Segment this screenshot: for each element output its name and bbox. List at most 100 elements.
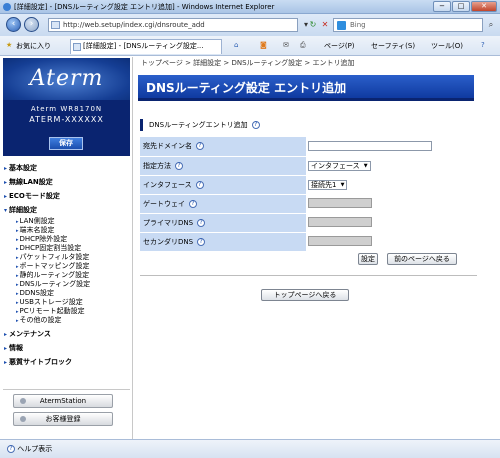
bullet-icon <box>20 416 26 422</box>
field-label: セカンダリDNS? <box>140 232 306 252</box>
tab-title: [詳細設定] - [DNSルーティング設定... <box>83 42 204 50</box>
sidebar-item-advanced[interactable]: ▾ 詳細設定 <box>4 205 37 215</box>
chevron-down-icon: ▼ <box>363 162 368 169</box>
form-row: インタフェース? 接続先1 ▼ <box>140 175 440 195</box>
field-value <box>306 137 440 157</box>
sidebar-subitem-label: DHCP固定割当設定 <box>19 244 82 252</box>
help-question-icon[interactable]: ? <box>195 180 204 189</box>
mail-icon[interactable]: ✉ <box>283 41 289 49</box>
field-value: 接続先1 ▼ <box>306 175 440 195</box>
field-label: 指定方法? <box>140 156 306 176</box>
sidebar-subitem-label: LAN側設定 <box>19 217 55 225</box>
command-bar: ★ お気に入り [詳細設定] - [DNSルーティング設定... ⌂ ◙ ✉ ⎙… <box>0 36 500 56</box>
customer-registration-label: お客様登録 <box>45 415 81 423</box>
help-link[interactable]: ? ヘルプ表示 <box>7 444 52 454</box>
favorites-star-icon[interactable]: ★ <box>6 41 12 49</box>
top-page-button[interactable]: トップページへ戻る <box>261 289 349 301</box>
back-nav-button[interactable]: ‹ <box>6 17 21 32</box>
arrow-icon: ▸ <box>16 318 19 324</box>
url-input[interactable]: http://web.setup/index.cgi/dnsroute_add <box>48 18 298 32</box>
sidebar-item-basic[interactable]: ▸ 基本設定 <box>4 163 37 173</box>
primary-dns-input <box>308 216 372 227</box>
sidebar-item-maintenance[interactable]: ▸ メンテナンス <box>4 329 51 339</box>
stop-icon[interactable]: ✕ <box>319 19 331 31</box>
domain-name-input[interactable] <box>308 140 432 151</box>
interface-select[interactable]: 接続先1 ▼ <box>308 179 348 190</box>
field-value <box>306 194 440 214</box>
sidebar-item-label: ECOモード設定 <box>9 192 60 200</box>
print-icon[interactable]: ⎙ <box>300 41 306 50</box>
help-question-icon[interactable]: ? <box>251 121 260 129</box>
search-icon[interactable]: ⌕ <box>485 19 497 31</box>
field-label: ゲートウェイ? <box>140 194 306 214</box>
search-input[interactable]: Bing <box>333 18 483 32</box>
sidebar-item-label: 無線LAN設定 <box>9 178 53 186</box>
browser-tab[interactable]: [詳細設定] - [DNSルーティング設定... <box>70 39 222 54</box>
sidebar-subitem-label: DHCP除外設定 <box>19 235 68 243</box>
sidebar-item-label: 情報 <box>9 344 23 352</box>
back-button[interactable]: 前のページへ戻る <box>387 253 457 265</box>
field-label-text: 指定方法 <box>143 161 171 170</box>
sidebar-item-label: 悪質サイトブロック <box>9 358 72 366</box>
close-window-button[interactable]: ✕ <box>471 1 497 12</box>
sidebar-subitem-label: その他の設定 <box>19 316 62 324</box>
sidebar-item-info[interactable]: ▸ 情報 <box>4 343 23 353</box>
form-row: プライマリDNS? <box>140 213 440 233</box>
field-value <box>306 213 440 233</box>
help-icon[interactable]: ? <box>481 41 485 49</box>
page-icon <box>51 21 60 29</box>
help-question-icon[interactable]: ? <box>197 218 206 227</box>
device-id: ATERM-XXXXXX <box>29 115 104 124</box>
form-row: 指定方法? インタフェース ▼ <box>140 156 440 176</box>
safety-menu[interactable]: セーフティ(S) <box>371 41 415 51</box>
forward-nav-button[interactable]: › <box>24 17 39 32</box>
help-question-icon[interactable]: ? <box>196 142 204 151</box>
sidebar-item-label: 詳細設定 <box>9 206 37 214</box>
breadcrumb[interactable]: トップページ > 詳細設定 > DNSルーティング設定 > エントリ追加 <box>141 58 354 68</box>
favorites-button[interactable]: お気に入り <box>16 41 51 51</box>
help-question-icon[interactable]: ? <box>197 237 206 246</box>
field-label: プライマリDNS? <box>140 213 306 233</box>
field-label-text: 宛先ドメイン名 <box>143 142 192 151</box>
tools-menu[interactable]: ツール(O) <box>431 41 463 51</box>
feeds-icon[interactable]: ◙ <box>260 41 267 49</box>
model-name: Aterm WR8170N <box>30 105 103 113</box>
main-pane: トップページ > 詳細設定 > DNSルーティング設定 > エントリ追加 DNS… <box>133 57 500 439</box>
sidebar-subitem-label: PCリモート起動設定 <box>19 307 85 315</box>
help-question-icon[interactable]: ? <box>175 161 183 170</box>
sidebar-subitem-other[interactable]: ▸その他の設定 <box>16 315 62 325</box>
page-menu[interactable]: ページ(P) <box>324 41 355 51</box>
window-titlebar: [詳細設定] - [DNSルーティング設定 エントリ追加] - Windows … <box>0 0 500 14</box>
sidebar: Aterm Aterm WR8170N ATERM-XXXXXX 保存 ▸ 基本設… <box>0 57 133 439</box>
field-label: インタフェース? <box>140 175 306 195</box>
ie-icon <box>3 3 11 11</box>
field-label-text: ゲートウェイ <box>143 199 185 208</box>
help-question-icon[interactable]: ? <box>189 199 197 208</box>
tab-page-icon <box>73 43 81 51</box>
form-row: 宛先ドメイン名? <box>140 137 440 157</box>
url-text: http://web.setup/index.cgi/dnsroute_add <box>63 21 205 29</box>
entry-form: 宛先ドメイン名? 指定方法? インタフェース ▼ インタフェース? 接続先1 ▼ ゲ… <box>140 137 440 252</box>
method-select-value: インタフェース <box>311 161 360 170</box>
section-title: DNSルーティングエントリ追加? <box>140 119 440 131</box>
interface-select-value: 接続先1 <box>311 180 337 189</box>
field-label-text: インタフェース <box>143 180 192 189</box>
customer-registration-button[interactable]: お客様登録 <box>13 412 113 426</box>
home-icon[interactable]: ⌂ <box>234 41 238 49</box>
apply-button[interactable]: 設定 <box>358 253 378 265</box>
save-button[interactable]: 保存 <box>49 137 83 150</box>
sidebar-item-site-block[interactable]: ▸ 悪質サイトブロック <box>4 357 72 367</box>
method-select[interactable]: インタフェース ▼ <box>308 160 371 171</box>
sidebar-item-eco[interactable]: ▸ ECOモード設定 <box>4 191 60 201</box>
sidebar-item-wlan[interactable]: ▸ 無線LAN設定 <box>4 177 53 187</box>
field-value: インタフェース ▼ <box>306 156 440 176</box>
maximize-button[interactable]: □ <box>452 1 470 12</box>
aterm-station-button[interactable]: AtermStation <box>13 394 113 408</box>
sidebar-subitem-label: ポートマッピング設定 <box>19 262 90 270</box>
sidebar-subitem-label: 端末名設定 <box>19 226 55 234</box>
minimize-button[interactable]: − <box>433 1 451 12</box>
bullet-icon <box>20 398 26 404</box>
refresh-icon[interactable]: ↻ <box>307 19 319 31</box>
sidebar-subitem-label: DDNS設定 <box>19 289 54 297</box>
help-question-icon: ? <box>7 445 15 453</box>
